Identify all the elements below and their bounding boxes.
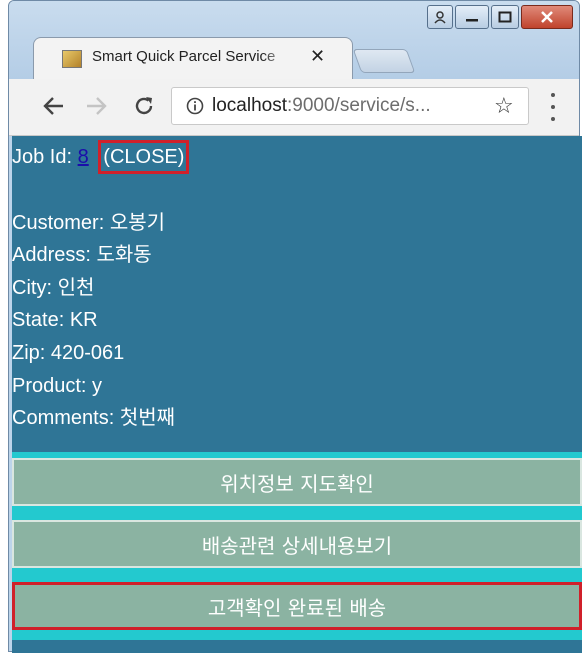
job-id-label: Job Id: bbox=[12, 146, 73, 168]
close-window-button[interactable] bbox=[521, 5, 573, 29]
maximize-button[interactable] bbox=[491, 5, 519, 29]
job-id-link[interactable]: 8 bbox=[78, 146, 89, 168]
window-controls bbox=[427, 5, 573, 29]
back-button[interactable] bbox=[39, 91, 69, 121]
address-line: Address: 도화동 bbox=[12, 244, 152, 267]
favicon-icon bbox=[62, 50, 82, 68]
title-bar: Smart Quick Parcel Service ✕ bbox=[9, 1, 579, 79]
url-path: :9000/service/s... bbox=[287, 95, 431, 116]
info-icon[interactable] bbox=[186, 97, 204, 115]
tab-title: Smart Quick Parcel Service bbox=[92, 48, 276, 65]
back-arrow-icon bbox=[43, 97, 63, 115]
delivery-details-button[interactable]: 배송관련 상세내용보기 bbox=[12, 520, 582, 568]
job-status-close: (CLOSE) bbox=[98, 140, 190, 174]
job-info: Job Id: 8 (CLOSE) Customer: 오봉기 Address:… bbox=[12, 140, 190, 435]
browser-tab[interactable]: Smart Quick Parcel Service ✕ bbox=[33, 37, 353, 79]
user-icon bbox=[434, 11, 446, 24]
browser-toolbar: localhost:9000/service/s... ☆ bbox=[9, 79, 579, 136]
city-line: City: 인천 bbox=[12, 276, 95, 299]
address-bar[interactable]: localhost:9000/service/s... ☆ bbox=[171, 87, 529, 125]
more-menu-icon[interactable] bbox=[549, 93, 557, 121]
user-profile-button[interactable] bbox=[427, 5, 453, 29]
confirmed-delivery-button[interactable]: 고객확인 완료된 배송 bbox=[12, 582, 582, 630]
forward-button[interactable] bbox=[81, 91, 111, 121]
map-location-button[interactable]: 위치정보 지도확인 bbox=[12, 458, 582, 506]
close-icon bbox=[541, 11, 553, 23]
comments-line: Comments: 첫번째 bbox=[12, 407, 176, 430]
forward-arrow-icon bbox=[87, 97, 107, 115]
product-line: Product: y bbox=[12, 374, 103, 397]
reload-button[interactable] bbox=[129, 91, 159, 121]
job-id-line: Job Id: 8 (CLOSE) bbox=[12, 140, 190, 174]
bookmark-star-icon[interactable]: ☆ bbox=[494, 94, 514, 119]
zip-line: Zip: 420-061 bbox=[12, 341, 125, 364]
reload-icon bbox=[135, 97, 153, 115]
state-line: State: KR bbox=[12, 309, 98, 332]
minimize-button[interactable] bbox=[455, 5, 489, 29]
action-buttons: 위치정보 지도확인 배송관련 상세내용보기 고객확인 완료된 배송 bbox=[12, 452, 582, 640]
minimize-icon bbox=[466, 19, 478, 22]
url-host: localhost bbox=[212, 95, 287, 116]
customer-line: Customer: 오봉기 bbox=[12, 211, 166, 234]
maximize-icon bbox=[498, 11, 512, 23]
url-text: localhost:9000/service/s... bbox=[212, 95, 431, 117]
tab-close-icon[interactable]: ✕ bbox=[310, 46, 325, 67]
new-tab-button[interactable] bbox=[352, 49, 416, 73]
page-content: Job Id: 8 (CLOSE) Customer: 오봉기 Address:… bbox=[12, 136, 582, 653]
